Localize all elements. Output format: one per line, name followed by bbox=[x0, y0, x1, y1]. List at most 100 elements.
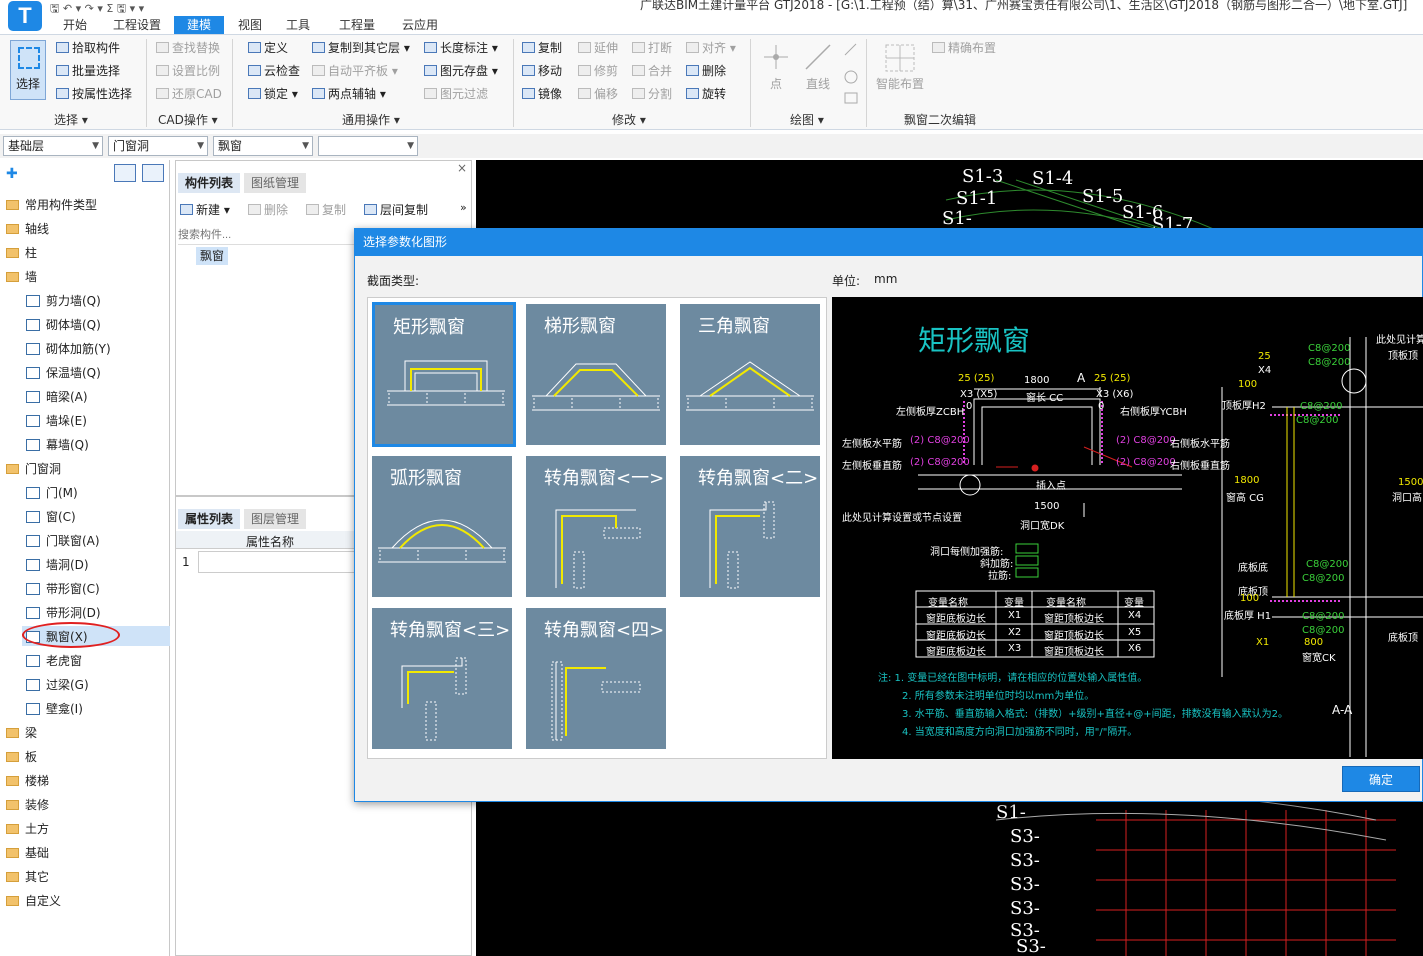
nav-folder[interactable]: 轴线 bbox=[6, 220, 49, 237]
copy-button[interactable]: 复制 bbox=[522, 39, 562, 57]
tile-view-icon[interactable] bbox=[142, 164, 164, 182]
two-point-axis-button[interactable]: 两点辅轴 ▾ bbox=[312, 85, 386, 103]
select-by-attr-button[interactable]: 按属性选择 bbox=[56, 85, 132, 103]
group-general[interactable]: 通用操作 ▾ bbox=[342, 111, 400, 128]
rotate-button[interactable]: 旋转 bbox=[686, 85, 726, 103]
group-select[interactable]: 选择 ▾ bbox=[54, 111, 88, 128]
precise-layout-button[interactable]: 精确布置 bbox=[932, 39, 996, 57]
nav-item[interactable]: 壁龛(I) bbox=[26, 700, 83, 717]
tab-modeling[interactable]: 建模 bbox=[174, 16, 224, 34]
tab-cloud[interactable]: 云应用 bbox=[392, 16, 448, 34]
nav-folder[interactable]: 墙 bbox=[6, 268, 37, 285]
select-button[interactable]: 选择 bbox=[10, 40, 46, 100]
group-modify[interactable]: 修改 ▾ bbox=[612, 111, 646, 128]
batch-select-button[interactable]: 批量选择 bbox=[56, 62, 120, 80]
nav-folder[interactable]: 楼梯 bbox=[6, 772, 49, 789]
shape-triangle[interactable]: 三角飘窗 bbox=[680, 304, 820, 445]
nav-item[interactable]: 带形洞(D) bbox=[26, 604, 101, 621]
nav-item[interactable]: 过梁(G) bbox=[26, 676, 89, 693]
restore-cad-button[interactable]: 还原CAD bbox=[156, 85, 222, 103]
cloud-check-button[interactable]: 云检查 bbox=[248, 62, 300, 80]
line-button[interactable]: 直线 bbox=[806, 75, 830, 93]
smart-layout-button[interactable]: 智能布置 bbox=[876, 75, 924, 93]
split-button[interactable]: 分割 bbox=[632, 85, 672, 103]
layer-select[interactable]: 基础层 ▼ bbox=[3, 136, 103, 156]
copy-component-button[interactable]: 复制 bbox=[306, 201, 346, 219]
nav-folder[interactable]: 常用构件类型 bbox=[6, 196, 97, 213]
type-select[interactable]: 门窗洞 ▼ bbox=[108, 136, 208, 156]
group-baywindow-edit[interactable]: 飘窗二次编辑 bbox=[904, 111, 976, 128]
shape-trapezoid[interactable]: 梯形飘窗 bbox=[526, 304, 666, 445]
nav-folder[interactable]: 门窗洞 bbox=[6, 460, 61, 477]
length-dim-button[interactable]: 长度标注 ▾ bbox=[424, 39, 498, 57]
find-replace-button[interactable]: 查找替换 bbox=[156, 39, 220, 57]
shape-corner-3[interactable]: 转角飘窗<三> bbox=[372, 608, 512, 749]
list-view-icon[interactable] bbox=[114, 164, 136, 182]
nav-item[interactable]: 墙洞(D) bbox=[26, 556, 89, 573]
nav-folder[interactable]: 基础 bbox=[6, 844, 49, 861]
shape-corner-2[interactable]: 转角飘窗<二> bbox=[680, 456, 820, 597]
save-element-button[interactable]: 图元存盘 ▾ bbox=[424, 62, 498, 80]
move-button[interactable]: 移动 bbox=[522, 62, 562, 80]
lock-button[interactable]: 锁定 ▾ bbox=[248, 85, 298, 103]
new-button[interactable]: 新建 ▾ bbox=[180, 201, 230, 219]
nav-item[interactable]: 窗(C) bbox=[26, 508, 76, 525]
nav-item[interactable]: 暗梁(A) bbox=[26, 388, 88, 405]
tab-tools[interactable]: 工具 bbox=[276, 16, 320, 34]
merge-button[interactable]: 合并 bbox=[632, 62, 672, 80]
tab-project-settings[interactable]: 工程设置 bbox=[104, 16, 170, 34]
nav-folder[interactable]: 柱 bbox=[6, 244, 37, 261]
nav-folder[interactable]: 其它 bbox=[6, 868, 49, 885]
nav-item[interactable]: 砌体加筋(Y) bbox=[26, 340, 111, 357]
tab-drawing-management[interactable]: 图纸管理 bbox=[244, 173, 307, 193]
tab-component-list[interactable]: 构件列表 bbox=[178, 173, 241, 193]
copy-to-layer-button[interactable]: 复制到其它层 ▾ bbox=[312, 39, 410, 57]
tab-start[interactable]: 开始 bbox=[52, 16, 98, 34]
layer-copy-button[interactable]: 层间复制 bbox=[364, 201, 428, 219]
close-icon[interactable]: × bbox=[457, 161, 467, 175]
nav-item[interactable]: 带形窗(C) bbox=[26, 580, 100, 597]
shape-arc[interactable]: 弧形飘窗 bbox=[372, 456, 512, 597]
shape-rect[interactable]: 矩形飘窗 bbox=[372, 302, 516, 447]
group-cad[interactable]: CAD操作 ▾ bbox=[158, 111, 218, 128]
shape-corner-4[interactable]: 转角飘窗<四> bbox=[526, 608, 666, 749]
group-draw[interactable]: 绘图 ▾ bbox=[790, 111, 824, 128]
nav-item[interactable]: 门联窗(A) bbox=[26, 532, 100, 549]
component-item[interactable]: 飘窗 bbox=[196, 247, 228, 265]
nav-folder[interactable]: 土方 bbox=[6, 820, 49, 837]
extend-button[interactable]: 延伸 bbox=[578, 39, 618, 57]
break-button[interactable]: 打断 bbox=[632, 39, 672, 57]
nav-item[interactable]: 老虎窗 bbox=[26, 652, 82, 669]
shape-corner-1[interactable]: 转角飘窗<一> bbox=[526, 456, 666, 597]
trim-button[interactable]: 修剪 bbox=[578, 62, 618, 80]
nav-item[interactable]: 墙垛(E) bbox=[26, 412, 87, 429]
tab-layer-management[interactable]: 图层管理 bbox=[244, 509, 307, 529]
nav-item[interactable]: 幕墙(Q) bbox=[26, 436, 89, 453]
pin-icon[interactable]: ✚ bbox=[6, 166, 18, 182]
nav-item[interactable]: 保温墙(Q) bbox=[26, 364, 101, 381]
extra-select[interactable]: ▼ bbox=[318, 136, 418, 156]
tab-quantity[interactable]: 工程量 bbox=[328, 16, 386, 34]
tab-property-list[interactable]: 属性列表 bbox=[178, 509, 241, 529]
nav-folder[interactable]: 板 bbox=[6, 748, 37, 765]
pick-component-button[interactable]: 拾取构件 bbox=[56, 39, 120, 57]
component-select[interactable]: 飘窗 ▼ bbox=[213, 136, 313, 156]
mirror-button[interactable]: 镜像 bbox=[522, 85, 562, 103]
nav-folder[interactable]: 自定义 bbox=[6, 892, 61, 909]
delete-component-button[interactable]: 删除 bbox=[248, 201, 288, 219]
nav-folder[interactable]: 装修 bbox=[6, 796, 49, 813]
app-logo[interactable]: T bbox=[8, 1, 42, 31]
auto-align-slab-button[interactable]: 自动平齐板 ▾ bbox=[312, 62, 398, 80]
align-button[interactable]: 对齐 ▾ bbox=[686, 39, 736, 57]
set-scale-button[interactable]: 设置比例 bbox=[156, 62, 220, 80]
ok-button[interactable]: 确定 bbox=[1342, 766, 1420, 792]
more-icon[interactable]: » bbox=[460, 201, 467, 214]
nav-folder[interactable]: 梁 bbox=[6, 724, 37, 741]
tab-view[interactable]: 视图 bbox=[228, 16, 272, 34]
nav-item[interactable]: 门(M) bbox=[26, 484, 78, 501]
define-button[interactable]: 定义 bbox=[248, 39, 288, 57]
nav-item[interactable]: 剪力墙(Q) bbox=[26, 292, 101, 309]
nav-item[interactable]: 砌体墙(Q) bbox=[26, 316, 101, 333]
delete-button[interactable]: 删除 bbox=[686, 62, 726, 80]
offset-button[interactable]: 偏移 bbox=[578, 85, 618, 103]
